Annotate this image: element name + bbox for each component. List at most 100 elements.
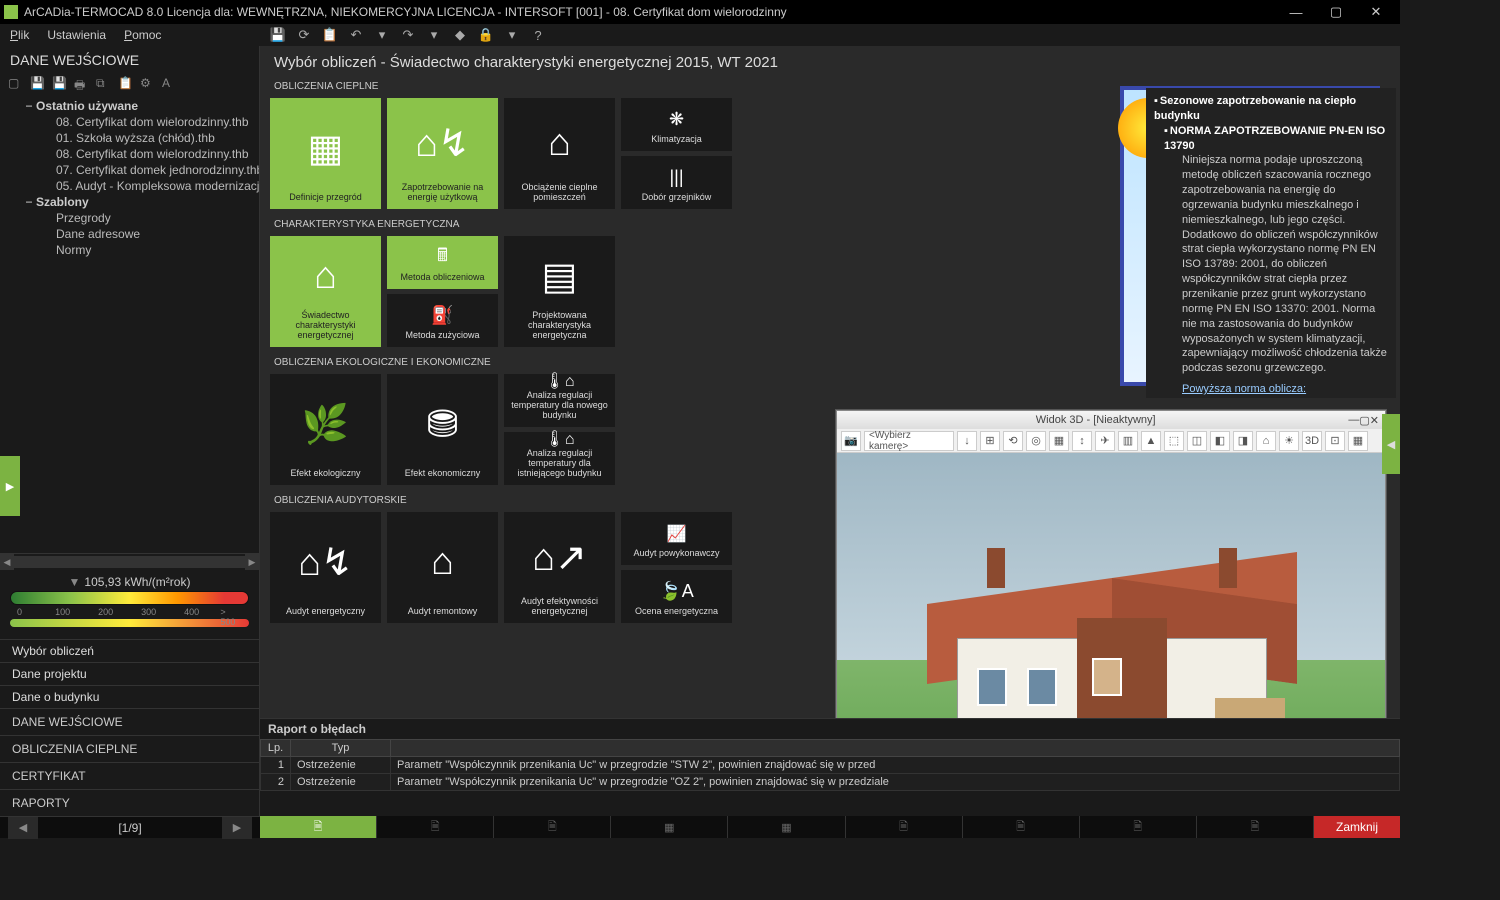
close-window-button[interactable]: ✕ [1356, 0, 1396, 24]
viewer-close-icon[interactable]: ✕ [1370, 414, 1379, 427]
viewer-maximize-icon[interactable]: ▢ [1359, 414, 1369, 427]
tool-icon[interactable]: ✈ [1095, 431, 1115, 451]
camera-select[interactable]: <Wybierz kamerę> [864, 431, 954, 451]
tool-icon[interactable]: ◨ [1233, 431, 1253, 451]
tile-ocena[interactable]: 🍃AOcena energetyczna [621, 570, 732, 623]
save-as-icon[interactable]: 💾 [52, 76, 68, 92]
tool-icon[interactable]: ⬚ [1164, 431, 1184, 451]
lock-dropdown-icon[interactable]: ▾ [504, 27, 520, 43]
tile-efekt-eko[interactable]: 🌿Efekt ekologiczny [270, 374, 381, 485]
tile-efekt-ekon[interactable]: ⛃Efekt ekonomiczny [387, 374, 498, 485]
bottom-tab[interactable]: 🗎 [260, 816, 377, 838]
nav-item[interactable]: Dane o budynku [0, 685, 259, 708]
expand-left-arrow[interactable]: ▶ [0, 456, 20, 516]
paste-icon[interactable]: 📋 [118, 76, 134, 92]
tool-icon[interactable]: ◫ [1187, 431, 1207, 451]
tree-recent-item[interactable]: 08. Certyfikat dom wielorodzinny.thb [0, 114, 259, 130]
bottom-tab[interactable]: 🗎 [377, 816, 494, 838]
close-button[interactable]: Zamknij [1314, 816, 1400, 838]
tool-icon[interactable]: ◧ [1210, 431, 1230, 451]
tile-audyt-ef[interactable]: ⌂↗Audyt efektywności energetycznej [504, 512, 615, 623]
tile-projektowana[interactable]: ▤Projektowana charakterystyka energetycz… [504, 236, 615, 347]
tool-icon[interactable]: ▲ [1141, 431, 1161, 451]
nav-section[interactable]: DANE WEJŚCIOWE [0, 708, 259, 735]
menu-ustawienia[interactable]: Ustawienia [47, 28, 106, 42]
help-link[interactable]: Powyższa norma oblicza: [1182, 383, 1306, 395]
refresh-icon[interactable]: ⟳ [296, 27, 312, 43]
tree-template-item[interactable]: Normy [0, 242, 259, 258]
bottom-tab[interactable]: ▦ [728, 816, 845, 838]
bottom-tab[interactable]: 🗎 [846, 816, 963, 838]
tree-template-item[interactable]: Dane adresowe [0, 226, 259, 242]
nav-item[interactable]: Dane projektu [0, 662, 259, 685]
tool-icon[interactable]: ↕ [1072, 431, 1092, 451]
bottom-tab[interactable]: ▦ [611, 816, 728, 838]
viewer-minimize-icon[interactable]: — [1348, 414, 1359, 426]
expand-right-arrow[interactable]: ◀ [1382, 414, 1400, 474]
font-icon[interactable]: A [162, 76, 178, 92]
tile-definicje[interactable]: ▦Definicje przegród [270, 98, 381, 209]
nav-section[interactable]: RAPORTY [0, 789, 259, 816]
nav-section[interactable]: OBLICZENIA CIEPLNE [0, 735, 259, 762]
viewer-titlebar[interactable]: Widok 3D - [Nieaktywny] — ▢ ✕ [837, 411, 1385, 429]
error-row[interactable]: 2 Ostrzeżenie Parametr "Współczynnik prz… [261, 774, 1400, 791]
redo-icon[interactable]: ↷ [400, 27, 416, 43]
tree-recent-item[interactable]: 07. Certyfikat domek jednorodzinny.thb [0, 162, 259, 178]
bottom-tab[interactable]: 🗎 [494, 816, 611, 838]
menu-pomoc[interactable]: PomocPomoc [124, 28, 161, 42]
tool-icon[interactable]: ↓ [957, 431, 977, 451]
undo-dropdown-icon[interactable]: ▾ [374, 27, 390, 43]
tile-swiadectwo[interactable]: ⌂Świadectwo charakterystyki energetyczne… [270, 236, 381, 347]
tile-audyt-en[interactable]: ⌂↯Audyt energetyczny [270, 512, 381, 623]
save-icon[interactable]: 💾 [30, 76, 46, 92]
tool-icon[interactable]: ▥ [1118, 431, 1138, 451]
bottom-tab[interactable]: 🗎 [963, 816, 1080, 838]
tool-icon[interactable]: ⟲ [1003, 431, 1023, 451]
page-prev-button[interactable]: ◀ [8, 817, 38, 839]
undo-icon[interactable]: ↶ [348, 27, 364, 43]
tile-metoda-obl[interactable]: 🖩Metoda obliczeniowa [387, 236, 498, 289]
tree-template-item[interactable]: Przegrody [0, 210, 259, 226]
menu-plik[interactable]: PPliklik [10, 28, 29, 42]
tile-dobor[interactable]: |||Dobór grzejników [621, 156, 732, 209]
tile-zapotrzebowanie[interactable]: ⌂↯Zapotrzebowanie na energię użytkową [387, 98, 498, 209]
tile-metoda-zuz[interactable]: ⛽Metoda zużyciowa [387, 294, 498, 347]
nav-section[interactable]: CERTYFIKAT [0, 762, 259, 789]
tree-recent-item[interactable]: 05. Audyt - Kompleksowa modernizacja [0, 178, 259, 194]
tool-icon[interactable]: ▦ [1049, 431, 1069, 451]
tool-icon[interactable]: 3D [1302, 431, 1322, 451]
tree-group-recent[interactable]: −Ostatnio używane [0, 98, 259, 114]
tool-icon[interactable]: ⊡ [1325, 431, 1345, 451]
tool-icon[interactable]: ☀ [1279, 431, 1299, 451]
error-row[interactable]: 1 Ostrzeżenie Parametr "Współczynnik prz… [261, 757, 1400, 774]
tree-recent-item[interactable]: 01. Szkoła wyższa (chłód).thb [0, 130, 259, 146]
tile-obciazenie[interactable]: ⌂Obciążenie cieplne pomieszczeń [504, 98, 615, 209]
tile-audyt-pow[interactable]: 📈Audyt powykonawczy [621, 512, 732, 565]
tool-icon[interactable]: ⊞ [980, 431, 1000, 451]
save-icon[interactable]: 💾 [270, 27, 286, 43]
tile-klimatyzacja[interactable]: ❋Klimatyzacja [621, 98, 732, 151]
tile-audyt-rem[interactable]: ⌂Audyt remontowy [387, 512, 498, 623]
layers-icon[interactable]: ◆ [452, 27, 468, 43]
tool-icon[interactable]: ▦ [1348, 431, 1368, 451]
bottom-tab[interactable]: 🗎 [1197, 816, 1314, 838]
camera-icon[interactable]: 📷 [841, 431, 861, 451]
tile-analiza-new[interactable]: 🌡⌂Analiza regulacji temperatury dla nowe… [504, 374, 615, 427]
nav-item[interactable]: Wybór obliczeń [0, 639, 259, 662]
tool-icon[interactable]: ⌂ [1256, 431, 1276, 451]
new-icon[interactable]: ▢ [8, 76, 24, 92]
tree-h-scrollbar[interactable]: ◀ ▶ [0, 553, 259, 569]
settings-icon[interactable]: ⚙ [140, 76, 156, 92]
tile-analiza-ist[interactable]: 🌡⌂Analiza regulacji temperatury dla istn… [504, 432, 615, 485]
print-icon[interactable]: 🖶 [74, 76, 90, 92]
minimize-button[interactable]: — [1276, 0, 1316, 24]
page-next-button[interactable]: ▶ [222, 817, 252, 839]
lock-icon[interactable]: 🔒 [478, 27, 494, 43]
maximize-button[interactable]: ▢ [1316, 0, 1356, 24]
scroll-right-icon[interactable]: ▶ [245, 554, 259, 570]
copy-icon[interactable]: ⧉ [96, 76, 112, 92]
tool-icon[interactable]: ◎ [1026, 431, 1046, 451]
redo-dropdown-icon[interactable]: ▾ [426, 27, 442, 43]
scroll-left-icon[interactable]: ◀ [0, 554, 14, 570]
tree-group-templates[interactable]: −Szablony [0, 194, 259, 210]
